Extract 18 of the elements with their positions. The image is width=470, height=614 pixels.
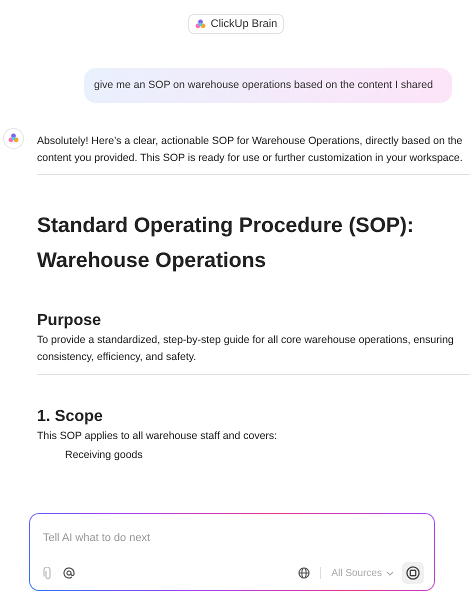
prompt-field[interactable]: Tell AI what to do next	[43, 532, 424, 544]
assistant-avatar	[3, 128, 24, 149]
logo-icon	[194, 18, 206, 30]
section-text: To provide a standardized, step-by-step guide for all core warehouse operations, ensuring consistency, efficiency, and safety.	[37, 333, 455, 365]
sources-dropdown[interactable]: All Sources	[331, 568, 394, 578]
section-heading: Purpose	[37, 312, 102, 330]
globe-icon[interactable]	[298, 567, 310, 579]
section-heading: 1. Scope	[37, 408, 104, 426]
document-title: Standard Operating Procedure (SOP): Warehouse Operations	[37, 213, 415, 274]
section-text: This SOP applies to all warehouse staff and covers:	[37, 429, 278, 444]
brain-title: ClickUp Brain	[210, 18, 278, 30]
mention-icon[interactable]	[63, 567, 75, 579]
caret-icon	[386, 570, 394, 576]
assistant-intro: Absolutely! Here’s a clear, actionable SOP for Warehouse Operations, directly based on the content you provided. This SOP is ready for use or further customization in your workspace.	[37, 134, 464, 166]
user-message: give me an SOP on warehouse operations based on the content I shared	[84, 68, 452, 103]
stop-icon	[406, 566, 420, 580]
list-item: Receiving goods	[65, 449, 143, 461]
stop-button[interactable]	[402, 562, 424, 584]
